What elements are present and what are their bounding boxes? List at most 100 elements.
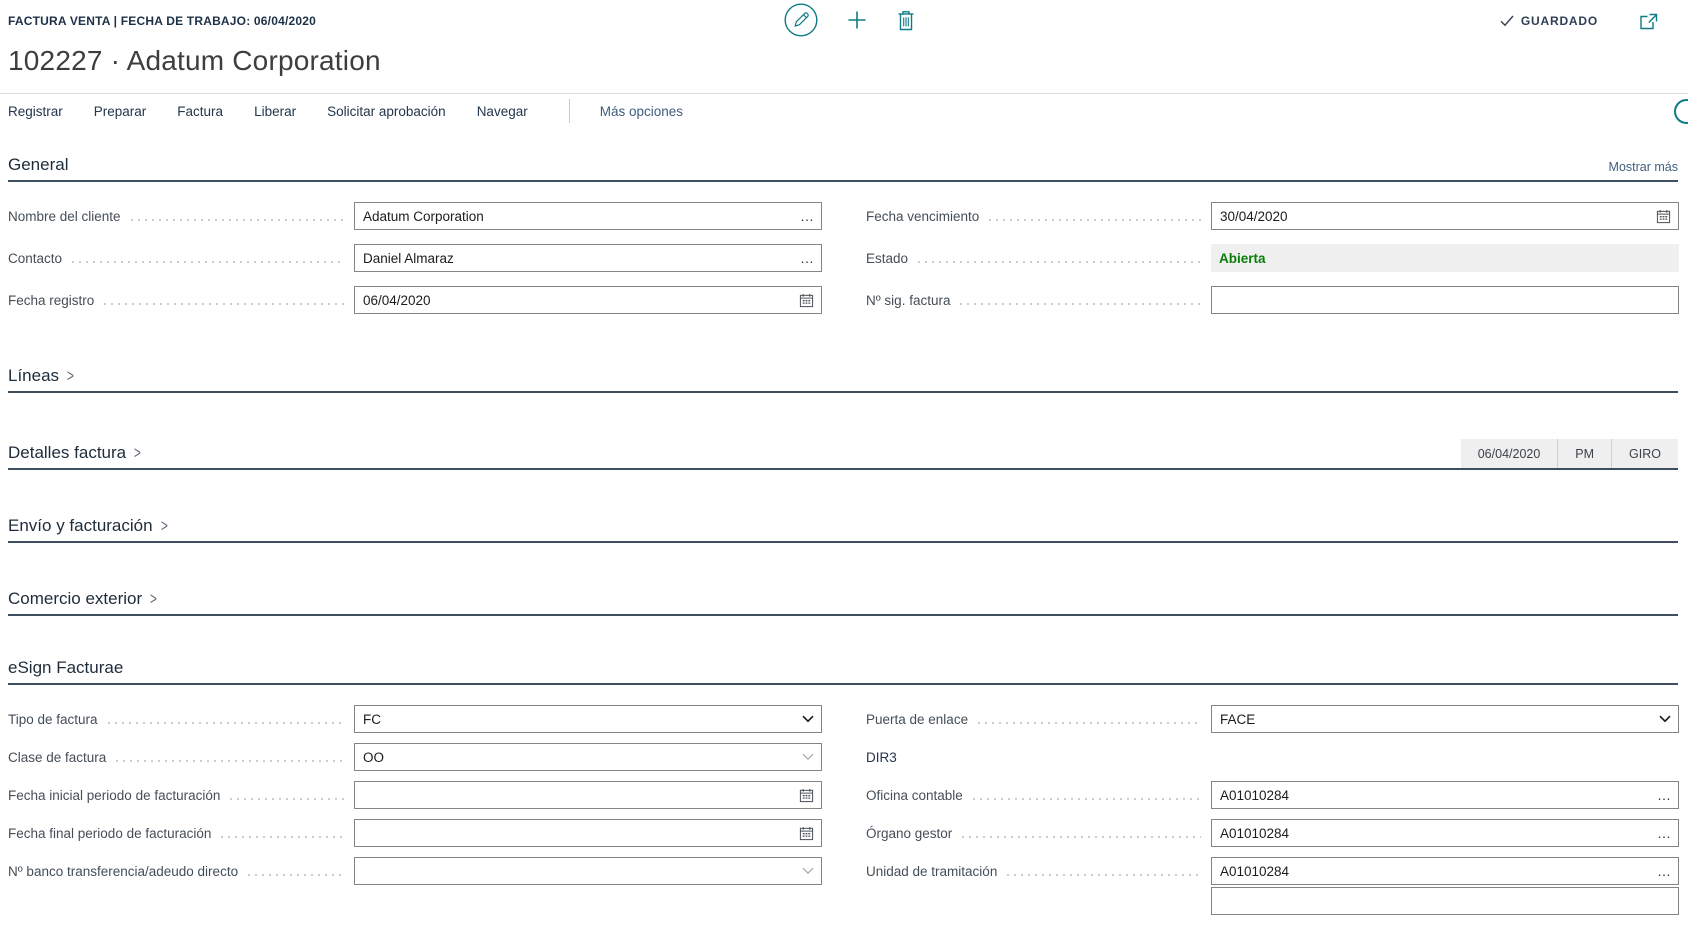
dotted-leader: [978, 722, 1201, 724]
section-comercio-header: Comercio exterior >: [8, 589, 1678, 616]
calendar-icon: [799, 826, 814, 840]
ribbon-item-liberar[interactable]: Liberar: [254, 104, 296, 119]
page-caption: FACTURA VENTA | FECHA DE TRABAJO: 06/04/…: [8, 14, 316, 28]
section-esign-header: eSign Facturae: [8, 658, 1678, 685]
delete-button[interactable]: [896, 9, 916, 31]
section-envio-header: Envío y facturación >: [8, 516, 1678, 543]
fecha-inicial-periodo-input[interactable]: [354, 781, 822, 809]
field-cut-off-bottom: [866, 887, 1679, 915]
puerta-de-enlace-select[interactable]: FACE: [1211, 705, 1679, 733]
calendar-icon: [799, 788, 814, 802]
chevron-down-icon: [802, 715, 814, 723]
assist-edit-button[interactable]: …: [794, 251, 814, 265]
field-value: A01010284: [1220, 863, 1290, 879]
fecha-final-periodo-input[interactable]: [354, 819, 822, 847]
field-label: Nº sig. factura: [866, 292, 951, 308]
dropdown-button[interactable]: [1653, 715, 1671, 723]
badge-terminos-pago[interactable]: PM: [1557, 439, 1611, 468]
show-more-link[interactable]: Mostrar más: [1609, 160, 1678, 175]
open-in-new-window-button[interactable]: [1639, 13, 1658, 30]
action-ribbon: Registrar Preparar Factura Liberar Solic…: [0, 93, 1688, 129]
field-n-banco-transferencia: Nº banco transferencia/adeudo directo: [8, 857, 822, 885]
saved-check-icon: [1500, 15, 1514, 27]
help-circle-icon[interactable]: [1674, 99, 1688, 124]
field-fecha-final-periodo: Fecha final periodo de facturación: [8, 819, 822, 847]
fecha-vencimiento-input[interactable]: 30/04/2020: [1211, 202, 1679, 230]
field-label: Contacto: [8, 250, 63, 266]
organo-gestor-input[interactable]: A01010284 …: [1211, 819, 1679, 847]
more-options-button[interactable]: Más opciones: [600, 104, 683, 119]
assist-edit-button[interactable]: …: [1651, 864, 1671, 878]
badge-fecha-documento[interactable]: 06/04/2020: [1461, 439, 1558, 468]
dir3-group-label: DIR3: [866, 749, 897, 765]
plus-icon: [848, 11, 866, 29]
section-detalles-factura: Detalles factura > 06/04/2020 PM GIRO: [8, 439, 1678, 470]
field-label: Fecha vencimiento: [866, 208, 980, 224]
esign-left-column: Tipo de factura FC Clase de factura OO F…: [8, 705, 822, 925]
chevron-right-icon: >: [134, 443, 142, 463]
ribbon-item-registrar[interactable]: Registrar: [8, 104, 63, 119]
section-detalles-toggle[interactable]: Detalles factura >: [8, 443, 142, 463]
calendar-picker-button[interactable]: [793, 788, 814, 803]
calendar-picker-button[interactable]: [793, 293, 814, 308]
field-value: OO: [363, 749, 385, 765]
ribbon-item-preparar[interactable]: Preparar: [94, 104, 147, 119]
dropdown-button[interactable]: [796, 753, 814, 761]
field-organo-gestor: Órgano gestor A01010284 …: [866, 819, 1679, 847]
calendar-picker-button[interactable]: [793, 826, 814, 841]
fecha-registro-input[interactable]: 06/04/2020: [354, 286, 822, 314]
page-content: General Mostrar más Nombre del cliente A…: [0, 155, 1688, 925]
field-label: Fecha inicial periodo de facturación: [8, 787, 221, 803]
section-esign-facturae: eSign Facturae Tipo de factura FC Clase …: [8, 658, 1679, 925]
section-general: General Mostrar más Nombre del cliente A…: [8, 155, 1679, 328]
nombre-del-cliente-input[interactable]: Adatum Corporation …: [354, 202, 822, 230]
edit-button[interactable]: [784, 3, 818, 37]
field-label: Tipo de factura: [8, 711, 98, 727]
calendar-picker-button[interactable]: [1650, 209, 1671, 224]
new-button[interactable]: [846, 9, 868, 31]
field-contacto: Contacto Daniel Almaraz …: [8, 244, 822, 272]
section-esign-title[interactable]: eSign Facturae: [8, 658, 123, 678]
chevron-down-icon: [1659, 715, 1671, 723]
section-envio-facturacion: Envío y facturación >: [8, 516, 1678, 543]
ribbon-divider: [568, 99, 570, 123]
dropdown-button[interactable]: [796, 715, 814, 723]
ribbon-item-solicitar-aprobacion[interactable]: Solicitar aprobación: [327, 104, 446, 119]
assist-edit-button[interactable]: …: [1651, 826, 1671, 840]
status-badge: Abierta: [1219, 250, 1266, 266]
section-envio-toggle[interactable]: Envío y facturación >: [8, 516, 168, 536]
chevron-down-icon: [802, 753, 814, 760]
badge-forma-pago[interactable]: GIRO: [1611, 439, 1678, 468]
section-general-title[interactable]: General: [8, 155, 68, 175]
open-in-new-window-icon: [1640, 13, 1658, 29]
field-estado: Estado Abierta: [866, 244, 1679, 272]
n-banco-transferencia-select[interactable]: [354, 857, 822, 885]
record-actions: [784, 2, 916, 38]
field-label: Clase de factura: [8, 749, 107, 765]
dotted-leader: [72, 261, 344, 263]
assist-edit-button[interactable]: …: [1651, 788, 1671, 802]
estado-value: Abierta: [1211, 244, 1679, 272]
n-sig-factura-input[interactable]: [1211, 286, 1679, 314]
field-label: Nº banco transferencia/adeudo directo: [8, 863, 239, 879]
cut-off-input[interactable]: [1211, 887, 1679, 915]
section-comercio-toggle[interactable]: Comercio exterior >: [8, 589, 158, 609]
dotted-leader: [116, 760, 344, 762]
contacto-input[interactable]: Daniel Almaraz …: [354, 244, 822, 272]
tipo-de-factura-select[interactable]: FC: [354, 705, 822, 733]
oficina-contable-input[interactable]: A01010284 …: [1211, 781, 1679, 809]
general-left-column: Nombre del cliente Adatum Corporation … …: [8, 202, 822, 328]
unidad-de-tramitacion-input[interactable]: A01010284 …: [1211, 857, 1679, 885]
clase-de-factura-select[interactable]: OO: [354, 743, 822, 771]
assist-edit-button[interactable]: …: [794, 209, 814, 223]
field-nombre-del-cliente: Nombre del cliente Adatum Corporation …: [8, 202, 822, 230]
ribbon-item-navegar[interactable]: Navegar: [477, 104, 528, 119]
saved-label: GUARDADO: [1520, 14, 1598, 28]
field-label: Fecha final periodo de facturación: [8, 825, 212, 841]
dropdown-button[interactable]: [796, 867, 814, 875]
section-title: Detalles factura: [8, 443, 127, 462]
field-clase-de-factura: Clase de factura OO: [8, 743, 822, 771]
section-lineas-toggle[interactable]: Líneas >: [8, 366, 75, 386]
ribbon-item-factura[interactable]: Factura: [177, 104, 223, 119]
field-n-sig-factura: Nº sig. factura: [866, 286, 1679, 314]
